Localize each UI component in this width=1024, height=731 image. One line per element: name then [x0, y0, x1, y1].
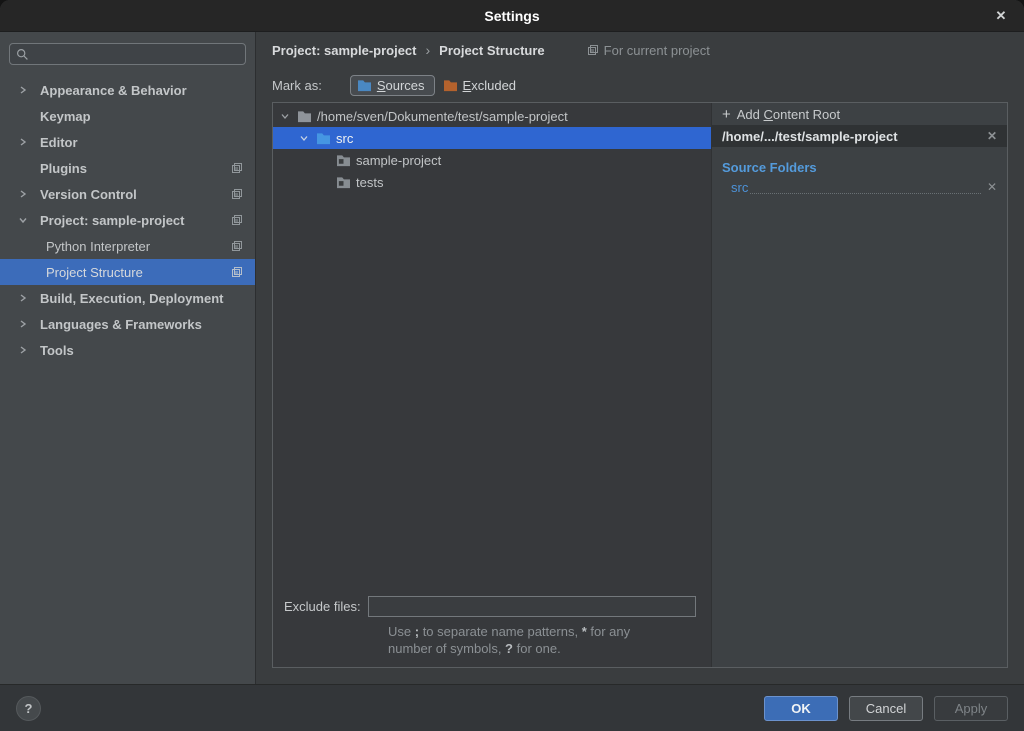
content-root-entry[interactable]: /home/.../test/sample-project ✕ [712, 125, 1007, 147]
project-level-icon [231, 266, 243, 278]
help-button[interactable]: ? [16, 696, 41, 721]
chevron-down-icon [18, 215, 40, 225]
settings-content: Project: sample-project › Project Struct… [256, 32, 1024, 684]
search-input[interactable] [34, 46, 239, 63]
project-level-icon [231, 240, 243, 252]
tree-row-content-root[interactable]: /home/sven/Dokumente/test/sample-project [273, 105, 711, 127]
excluded-folder-icon [443, 79, 458, 92]
sidebar-item-languages-frameworks[interactable]: Languages & Frameworks [0, 311, 255, 337]
chevron-right-icon [18, 189, 40, 199]
ok-button[interactable]: OK [764, 696, 838, 721]
search-wrap [0, 32, 255, 77]
content-roots-panel: + Add Content Root /home/.../test/sample… [712, 103, 1007, 667]
dotted-leader [750, 181, 981, 194]
exclude-files-section: Exclude files: Use ; to separate name pa… [273, 596, 711, 667]
mark-as-toolbar: Mark as: Sources Excluded [256, 68, 1024, 102]
breadcrumb-separator-icon: › [426, 42, 431, 58]
folder-icon [336, 176, 351, 189]
search-box[interactable] [9, 43, 246, 65]
project-level-icon [231, 214, 243, 226]
tree-row-tests[interactable]: tests [273, 171, 711, 193]
content-root-tree-panel: /home/sven/Dokumente/test/sample-project… [273, 103, 712, 667]
breadcrumb-project[interactable]: Project: sample-project [272, 43, 417, 58]
chevron-down-icon [299, 133, 311, 143]
apply-button[interactable]: Apply [934, 696, 1008, 721]
context-note-label: For current project [604, 43, 710, 58]
sidebar-item-plugins[interactable]: Plugins [0, 155, 255, 181]
sidebar-item-tools[interactable]: Tools [0, 337, 255, 363]
add-content-root-button[interactable]: + Add Content Root [712, 103, 1007, 125]
chevron-right-icon [18, 319, 40, 329]
source-folder-name: src [731, 180, 748, 195]
cancel-button[interactable]: Cancel [849, 696, 923, 721]
settings-sidebar: Appearance & Behavior Keymap Editor Plug… [0, 32, 256, 684]
chevron-down-icon [280, 111, 292, 121]
project-level-icon [231, 188, 243, 200]
context-note: For current project [587, 43, 710, 58]
breadcrumb: Project: sample-project › Project Struct… [256, 32, 1024, 68]
settings-dialog: Settings ✕ Appearance & Behavior Keymap … [0, 0, 1024, 731]
sidebar-item-version-control[interactable]: Version Control [0, 181, 255, 207]
title-bar: Settings ✕ [0, 0, 1024, 32]
mark-as-label: Mark as: [272, 78, 322, 93]
breadcrumb-page: Project Structure [439, 43, 544, 58]
tree-row-label: src [336, 131, 353, 146]
chevron-right-icon [18, 85, 40, 95]
sidebar-item-appearance-behavior[interactable]: Appearance & Behavior [0, 77, 255, 103]
chevron-right-icon [18, 293, 40, 303]
mark-excluded-button[interactable]: Excluded [439, 75, 526, 96]
exclude-files-input[interactable] [368, 596, 696, 617]
remove-source-folder-icon[interactable]: ✕ [987, 180, 997, 194]
exclude-files-label: Exclude files: [284, 599, 361, 614]
project-level-icon [231, 162, 243, 174]
window-title: Settings [484, 8, 539, 24]
source-folders-title: Source Folders [712, 157, 1007, 177]
folder-tree: /home/sven/Dokumente/test/sample-project… [273, 103, 711, 596]
search-icon [16, 48, 29, 61]
mark-sources-button[interactable]: Sources [350, 75, 435, 96]
exclude-files-hint: Use ; to separate name patterns, * for a… [388, 623, 724, 657]
remove-content-root-icon[interactable]: ✕ [987, 129, 997, 143]
structure-panel: /home/sven/Dokumente/test/sample-project… [272, 102, 1008, 668]
question-mark-icon: ? [25, 701, 33, 716]
source-folder-entry[interactable]: src ✕ [712, 177, 1007, 197]
tree-row-label: sample-project [356, 153, 441, 168]
chevron-right-icon [18, 345, 40, 355]
sidebar-item-project-sample-project[interactable]: Project: sample-project [0, 207, 255, 233]
sidebar-item-keymap[interactable]: Keymap [0, 103, 255, 129]
tree-row-label: tests [356, 175, 383, 190]
folder-icon [297, 110, 312, 123]
sidebar-item-editor[interactable]: Editor [0, 129, 255, 155]
sources-folder-icon [357, 79, 372, 92]
sidebar-item-project-structure[interactable]: Project Structure [0, 259, 255, 285]
tree-row-src[interactable]: src [273, 127, 711, 149]
chevron-right-icon [18, 137, 40, 147]
source-folder-icon [316, 132, 331, 145]
tree-row-label: /home/sven/Dokumente/test/sample-project [317, 109, 568, 124]
dialog-footer: ? OK Cancel Apply [0, 684, 1024, 731]
sidebar-item-python-interpreter[interactable]: Python Interpreter [0, 233, 255, 259]
project-level-icon [587, 44, 599, 56]
content-root-path: /home/.../test/sample-project [722, 129, 898, 144]
close-icon[interactable]: ✕ [986, 0, 1016, 32]
sidebar-item-build-execution-deployment[interactable]: Build, Execution, Deployment [0, 285, 255, 311]
tree-row-sample-project[interactable]: sample-project [273, 149, 711, 171]
folder-icon [336, 154, 351, 167]
dialog-body: Appearance & Behavior Keymap Editor Plug… [0, 32, 1024, 684]
plus-icon: + [722, 107, 731, 122]
